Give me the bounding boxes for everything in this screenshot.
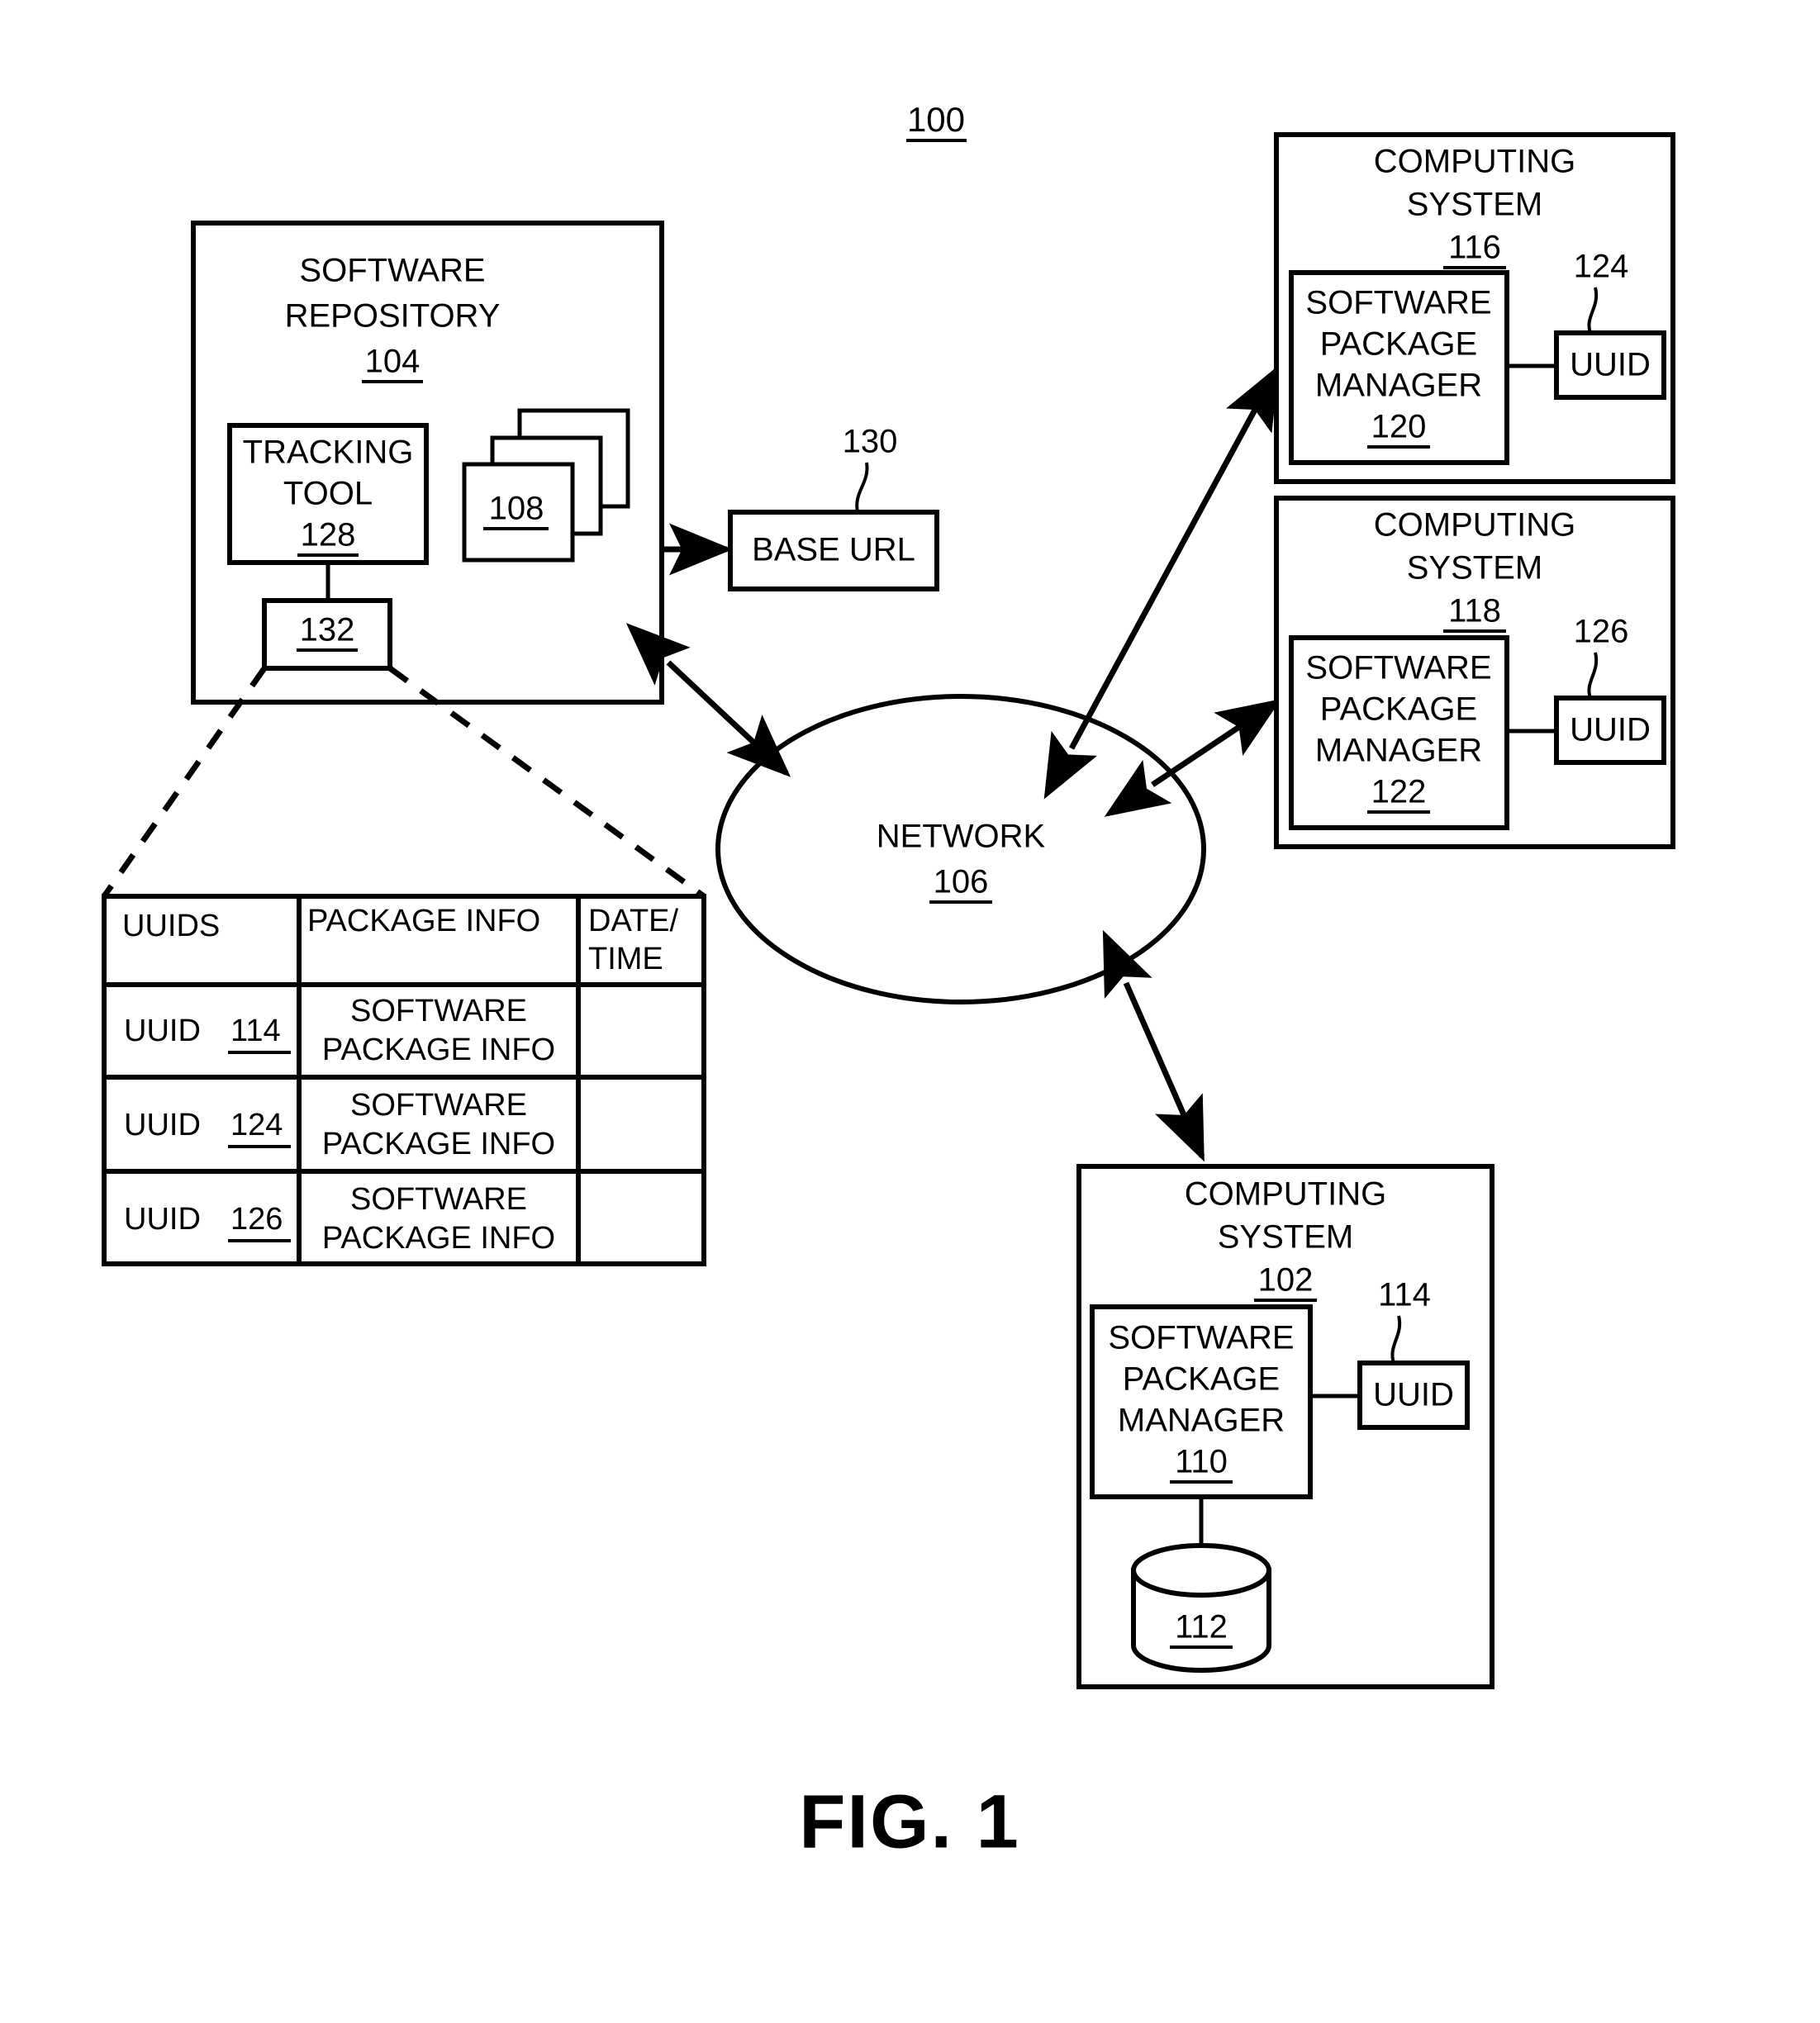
software-package-manager-120-line1: SOFTWARE — [1305, 285, 1491, 321]
computing-system-118-block[interactable]: COMPUTING SYSTEM 118 SOFTWARE PACKAGE MA… — [1274, 496, 1675, 849]
software-package-manager-110-line3: MANAGER — [1118, 1403, 1285, 1439]
uuid-126-label: UUID — [1570, 712, 1651, 748]
datastore-112-top — [1131, 1543, 1271, 1598]
uuid-114-ref: 114 — [1378, 1277, 1431, 1313]
diagram-canvas: 100 SOFTWARE REPOSITORY 104 TRACKING TOO… — [102, 100, 1675, 1864]
network-ref: 106 — [934, 864, 989, 900]
datastore-112[interactable]: 112 — [1131, 1543, 1271, 1673]
system-ref-100-text: 100 — [907, 100, 965, 139]
tracking-tool-block[interactable]: TRACKING TOOL 128 — [227, 423, 429, 565]
network-block[interactable]: NETWORK 106 — [715, 694, 1206, 1004]
software-package-manager-122-line1: SOFTWARE — [1305, 650, 1491, 686]
table-row-0-info-line1: SOFTWARE — [350, 994, 527, 1028]
table-row-2-uuid-ref: 126 — [230, 1202, 283, 1237]
table-row[interactable]: UUID 124 SOFTWARE PACKAGE INFO — [124, 1088, 555, 1161]
table-row[interactable]: UUID 114 SOFTWARE PACKAGE INFO — [124, 994, 555, 1067]
base-url-block[interactable]: BASE URL — [728, 510, 939, 591]
table-header-uuids: UUIDS — [122, 909, 220, 943]
network-system102-arrow — [1102, 929, 1205, 1162]
table-row-1-uuid-label: UUID — [124, 1108, 201, 1142]
uuid-114-label: UUID — [1373, 1377, 1454, 1413]
uuid-124-ref: 124 — [1574, 249, 1629, 285]
software-package-manager-110-line1: SOFTWARE — [1108, 1320, 1294, 1356]
network-label: NETWORK — [877, 819, 1046, 855]
table-row-2-info-line2: PACKAGE INFO — [322, 1221, 555, 1256]
computing-system-118-title-line1: COMPUTING — [1374, 507, 1575, 544]
records-store-ref: 132 — [300, 612, 355, 648]
table-row-1-uuid-ref: 124 — [230, 1108, 283, 1142]
software-repository-ref: 104 — [365, 344, 421, 380]
uuid-126-ref: 126 — [1574, 614, 1629, 650]
datastore-112-ref: 112 — [1175, 1609, 1228, 1645]
software-repository-title-line2: REPOSITORY — [285, 298, 501, 335]
computing-system-116-title-line1: COMPUTING — [1374, 144, 1575, 180]
table-row-1-info-line1: SOFTWARE — [350, 1088, 527, 1123]
records-store-block[interactable]: 132 — [262, 598, 392, 671]
computing-system-102-title-line1: COMPUTING — [1185, 1176, 1386, 1213]
computing-system-102-block[interactable]: COMPUTING SYSTEM 102 SOFTWARE PACKAGE MA… — [1076, 1164, 1494, 1689]
software-package-manager-122-line2: PACKAGE — [1320, 691, 1477, 728]
software-package-manager-122-ref: 122 — [1371, 774, 1427, 810]
computing-system-116-title-line2: SYSTEM — [1407, 187, 1542, 223]
base-url-leader-curve — [855, 462, 869, 513]
patent-figure: 100 SOFTWARE REPOSITORY 104 TRACKING TOO… — [0, 0, 1820, 2023]
computing-system-102-title-line2: SYSTEM — [1218, 1219, 1353, 1256]
computing-system-118-title-line2: SYSTEM — [1407, 550, 1542, 586]
base-url-label: BASE URL — [752, 532, 915, 568]
table-row-0-uuid-label: UUID — [124, 1014, 201, 1048]
software-package-manager-120-ref: 120 — [1371, 409, 1427, 445]
software-repository-title-line1: SOFTWARE — [299, 253, 485, 289]
table-row-0-info-line2: PACKAGE INFO — [322, 1033, 555, 1067]
table-header-package-info: PACKAGE INFO — [307, 904, 540, 938]
computing-system-116-ref: 116 — [1448, 230, 1501, 266]
tracking-tool-ref: 128 — [301, 517, 356, 553]
repository-network-arrow — [625, 623, 791, 777]
computing-system-118-ref: 118 — [1448, 593, 1501, 629]
software-package-manager-110-ref: 110 — [1175, 1444, 1228, 1480]
tracking-records-table[interactable]: UUIDS PACKAGE INFO DATE/ TIME UUID 114 S… — [102, 894, 706, 1266]
software-package-manager-120-line2: PACKAGE — [1320, 326, 1477, 363]
table-row-2-uuid-label: UUID — [124, 1202, 201, 1237]
table-header-datetime-line1: DATE/ — [588, 904, 679, 938]
base-url-ref: 130 — [843, 424, 898, 460]
software-packages-ref: 108 — [489, 491, 544, 527]
software-package-manager-122-line3: MANAGER — [1315, 733, 1482, 769]
software-package-manager-120-line3: MANAGER — [1315, 368, 1482, 404]
expansion-line-left — [102, 666, 267, 899]
table-row-1-info-line2: PACKAGE INFO — [322, 1127, 555, 1161]
system-ref-100: 100 — [906, 100, 967, 142]
software-package-manager-110-line2: PACKAGE — [1123, 1361, 1280, 1398]
computing-system-102-ref: 102 — [1258, 1262, 1314, 1299]
uuid-124-label: UUID — [1570, 347, 1651, 383]
tracking-tool-label-line1: TRACKING — [243, 435, 414, 471]
figure-caption: FIG. 1 — [799, 1779, 1020, 1864]
network-system116-arrow — [1043, 364, 1280, 800]
table-row-0-uuid-ref: 114 — [230, 1014, 281, 1048]
tracking-tool-label-line2: TOOL — [283, 476, 373, 512]
base-url-ref-leader: 130 — [843, 424, 898, 513]
table-row[interactable]: UUID 126 SOFTWARE PACKAGE INFO — [124, 1182, 555, 1256]
network-system118-arrow — [1104, 699, 1281, 817]
table-row-2-info-line1: SOFTWARE — [350, 1182, 527, 1217]
computing-system-116-block[interactable]: COMPUTING SYSTEM 116 SOFTWARE PACKAGE MA… — [1274, 132, 1675, 484]
table-header-datetime-line2: TIME — [588, 942, 663, 976]
